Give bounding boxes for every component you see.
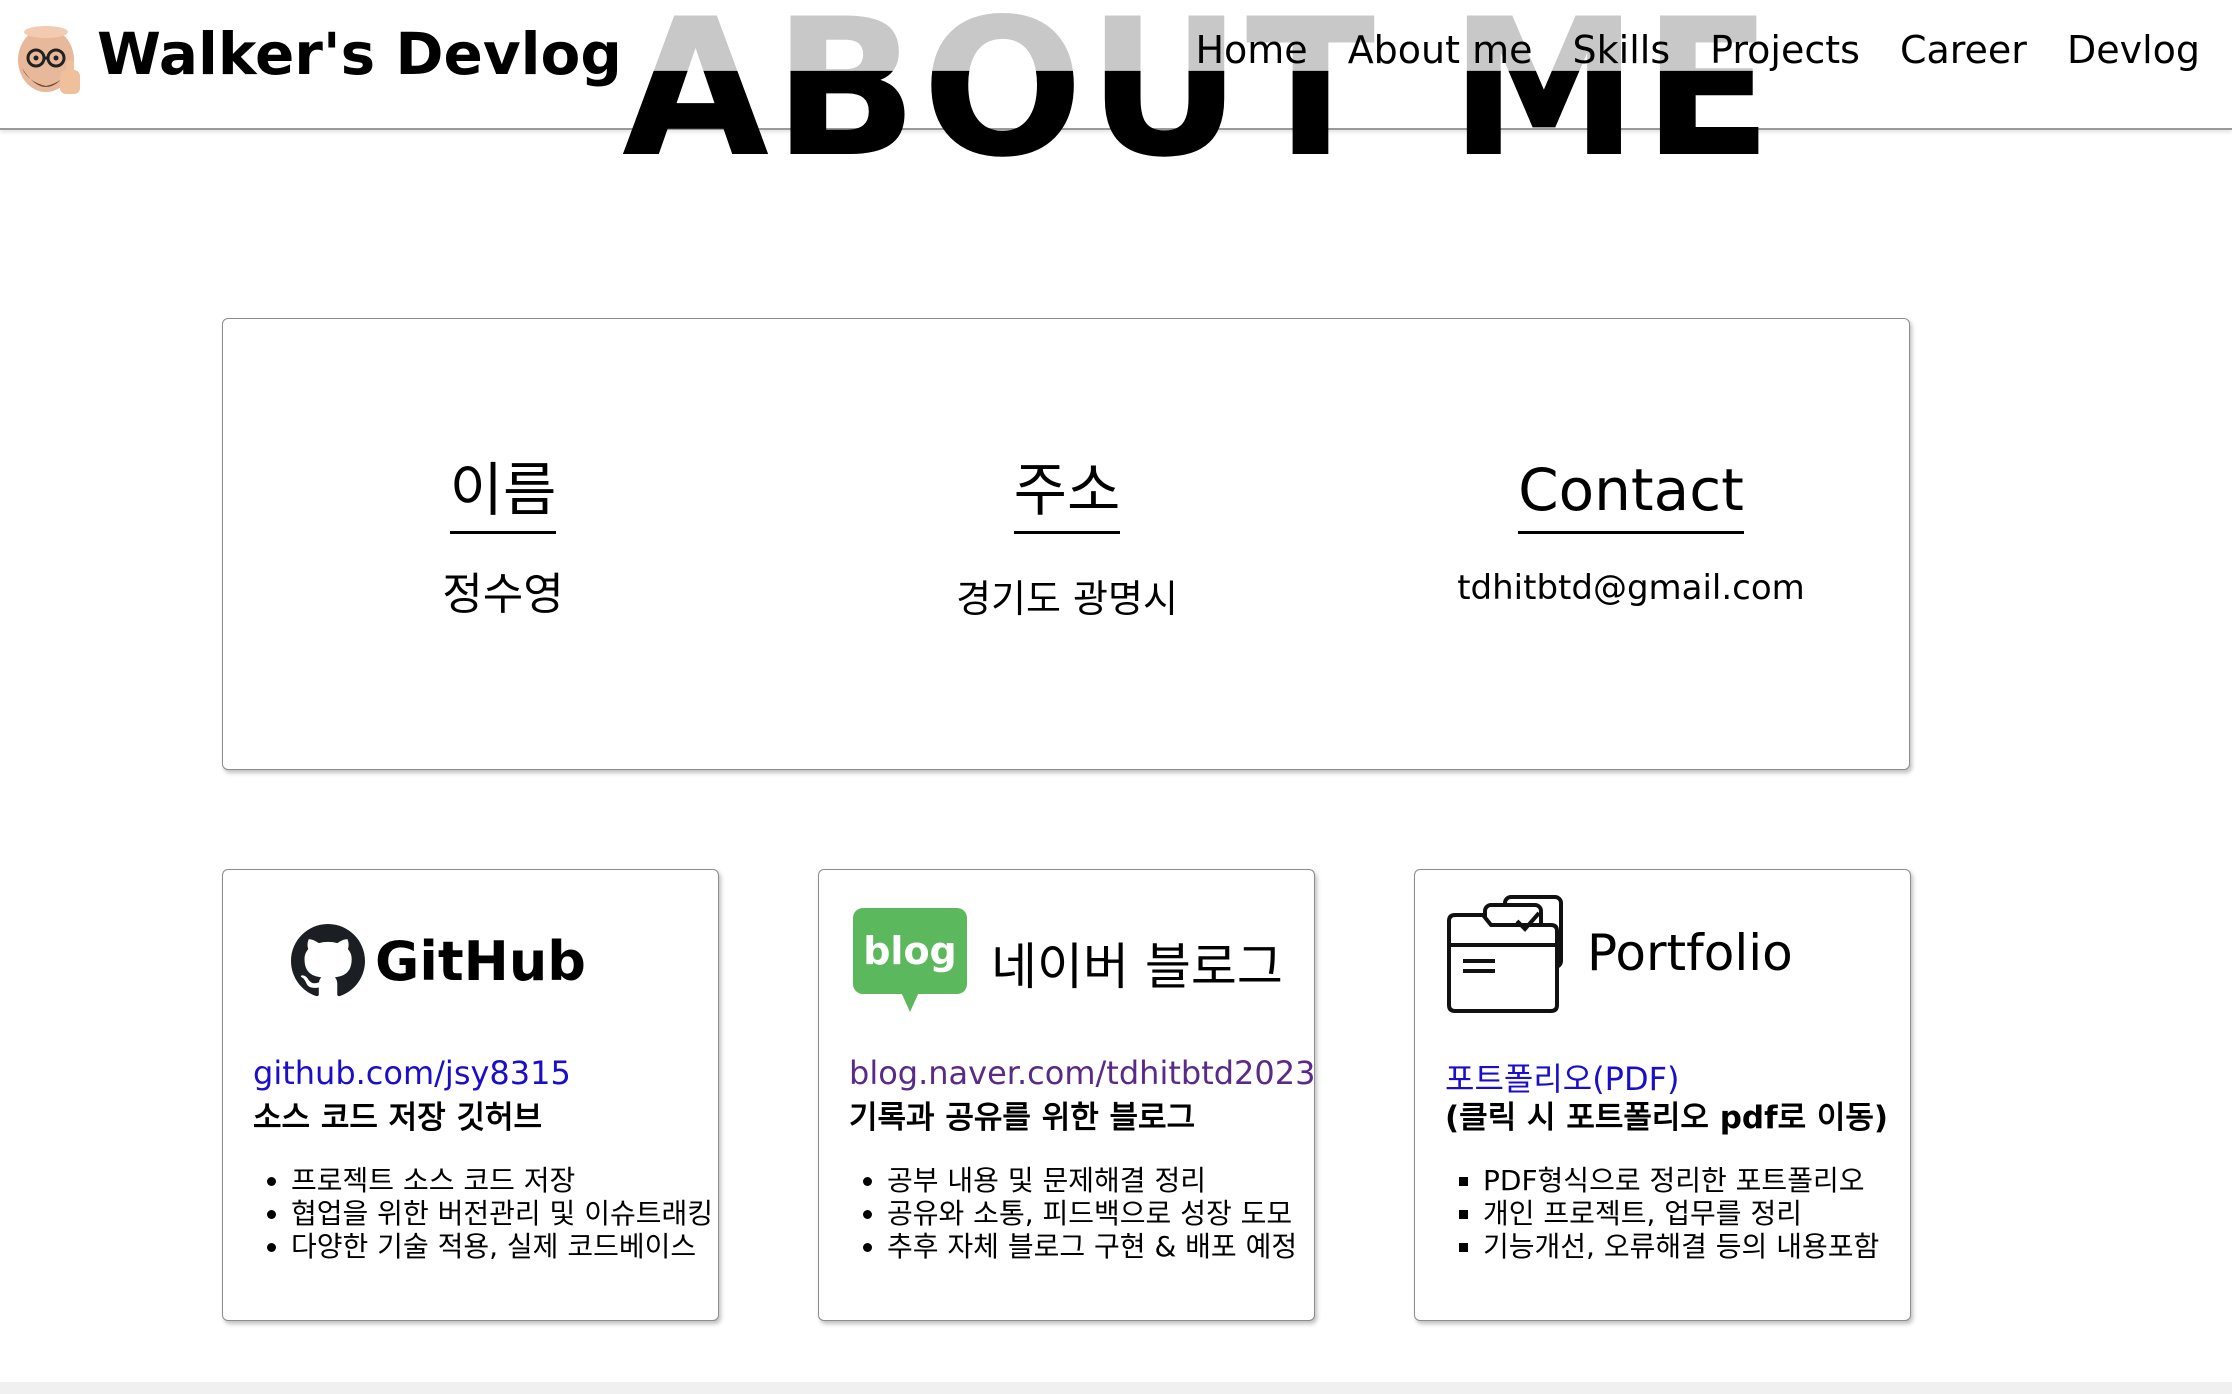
contact-heading: Contact <box>1518 458 1744 534</box>
name-heading: 이름 <box>449 458 557 534</box>
portfolio-feature-list: PDF형식으로 정리한 포트폴리오 개인 프로젝트, 업무를 정리 기능개선, … <box>1445 1164 1879 1263</box>
contact-email[interactable]: tdhitbtd@gmail.com <box>1351 568 1911 608</box>
portfolio-brand-label: Portfolio <box>1587 924 1793 982</box>
naver-blog-brand: blog 네이버 블로그 <box>853 908 1283 1018</box>
avatar-icon <box>18 26 80 94</box>
github-icon <box>291 924 365 997</box>
naver-blog-description: 기록과 공유를 위한 블로그 <box>849 1100 1196 1136</box>
portfolio-card: Portfolio 포트폴리오(PDF) (클릭 시 포트폴리오 pdf로 이동… <box>1414 869 1911 1321</box>
nav-home[interactable]: Home <box>1195 28 1307 72</box>
page-hero-title: ABOUT ME ABOUT ME <box>622 0 1776 164</box>
github-feature-list: 프로젝트 소스 코드 저장 협업을 위한 버전관리 및 이슈트래킹 다양한 기술… <box>253 1164 713 1263</box>
github-card: GitHub github.com/jsy8315 소스 코드 저장 깃허브 프… <box>222 869 719 1321</box>
list-item: 추후 자체 블로그 구현 & 배포 예정 <box>887 1230 1297 1263</box>
naver-blog-icon: blog <box>853 908 967 1012</box>
contact-section: Contact tdhitbtd@gmail.com <box>1351 458 1911 608</box>
list-item: 기능개선, 오류해결 등의 내용포함 <box>1483 1230 1879 1263</box>
nav-career[interactable]: Career <box>1900 28 2027 72</box>
naver-blog-link[interactable]: blog.naver.com/tdhitbtd2023 <box>849 1054 1315 1092</box>
portfolio-description: (클릭 시 포트폴리오 pdf로 이동) <box>1445 1100 1889 1136</box>
list-item: 다양한 기술 적용, 실제 코드베이스 <box>291 1230 713 1263</box>
nav-projects[interactable]: Projects <box>1710 28 1860 72</box>
github-link[interactable]: github.com/jsy8315 <box>253 1054 571 1092</box>
github-description: 소스 코드 저장 깃허브 <box>253 1100 543 1136</box>
page-bottom-edge <box>0 1382 2232 1394</box>
address-value: 경기도 광명시 <box>956 576 1178 621</box>
list-item: 공부 내용 및 문제해결 정리 <box>887 1164 1297 1197</box>
list-item: 프로젝트 소스 코드 저장 <box>291 1164 713 1197</box>
profile-info-card: 이름 정수영 주소 경기도 광명시 Contact tdhitbtd@gmail… <box>222 318 1910 770</box>
address-heading: 주소 <box>1013 458 1121 534</box>
github-brand: GitHub <box>291 906 586 1016</box>
main-nav: Home About me Skills Projects Career Dev… <box>1155 28 2200 72</box>
github-brand-label: GitHub <box>375 929 586 993</box>
portfolio-brand: Portfolio <box>1445 895 1793 1013</box>
naver-blog-feature-list: 공부 내용 및 문제해결 정리 공유와 소통, 피드백으로 성장 도모 추후 자… <box>849 1164 1297 1263</box>
name-value: 정수영 <box>442 568 564 620</box>
address-section: 주소 경기도 광명시 <box>787 458 1347 623</box>
list-item: 공유와 소통, 피드백으로 성장 도모 <box>887 1197 1297 1230</box>
nav-devlog[interactable]: Devlog <box>2067 28 2200 72</box>
list-item: 협업을 위한 버전관리 및 이슈트래킹 <box>291 1197 713 1230</box>
naver-blog-card: blog 네이버 블로그 blog.naver.com/tdhitbtd2023… <box>818 869 1315 1321</box>
naver-blog-badge-text: blog <box>863 929 957 973</box>
site-title[interactable]: Walker's Devlog <box>97 20 622 88</box>
naver-blog-brand-label: 네이버 블로그 <box>991 938 1283 996</box>
name-section: 이름 정수영 <box>223 458 783 622</box>
nav-about-me[interactable]: About me <box>1348 28 1533 72</box>
folder-icon <box>1447 895 1563 1013</box>
list-item: PDF형식으로 정리한 포트폴리오 <box>1483 1164 1879 1197</box>
list-item: 개인 프로젝트, 업무를 정리 <box>1483 1197 1879 1230</box>
nav-skills[interactable]: Skills <box>1573 28 1671 72</box>
site-header: Walker's Devlog ABOUT ME ABOUT ME Home A… <box>0 0 2232 164</box>
